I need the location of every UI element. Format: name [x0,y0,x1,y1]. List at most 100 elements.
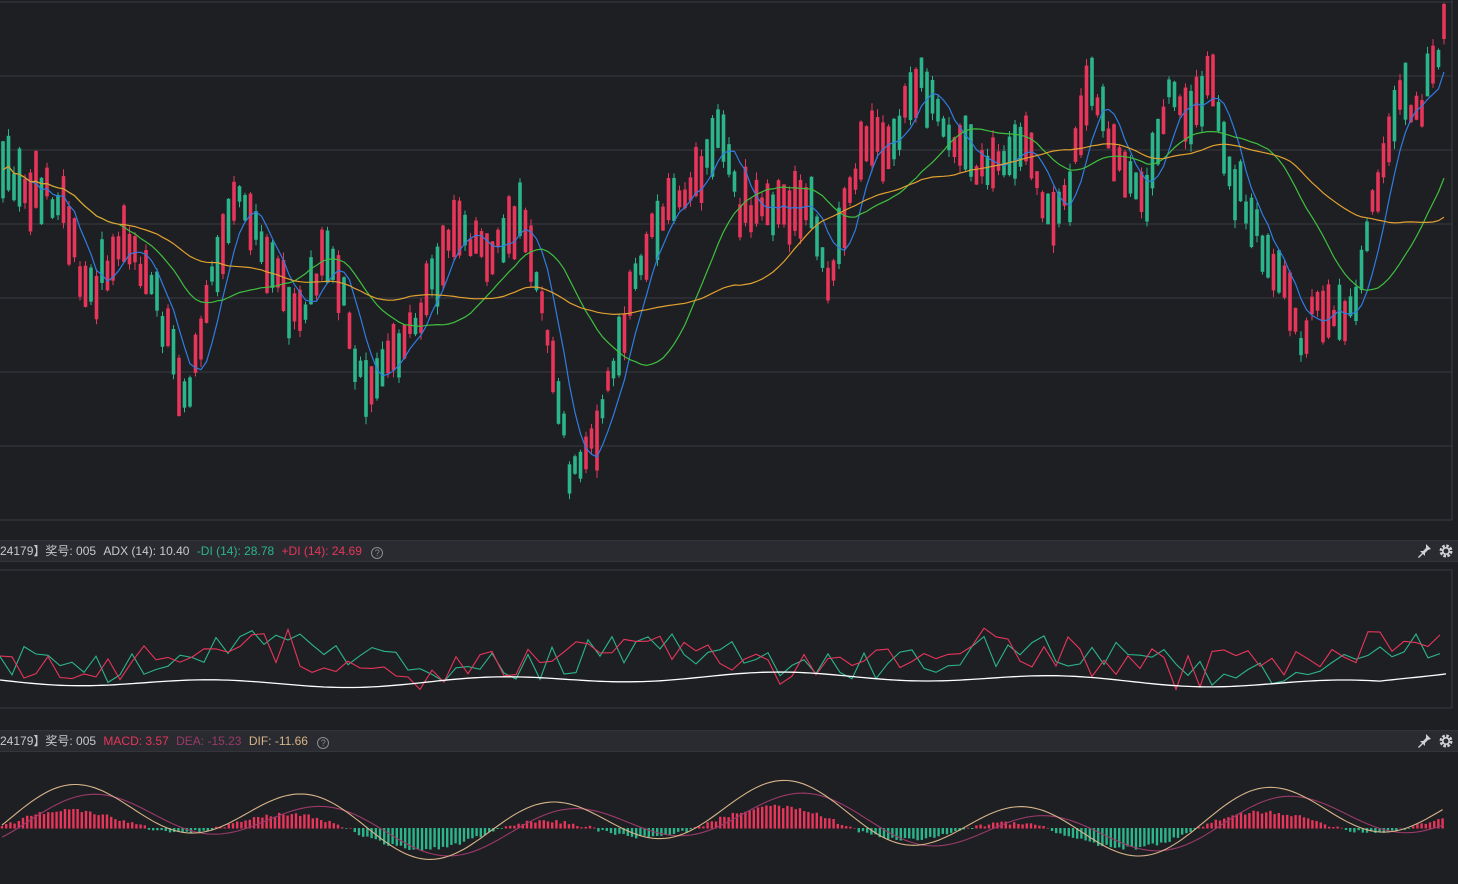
macd-hist-bar [290,814,293,829]
candle-body [78,266,82,297]
candle-body [1216,101,1221,131]
adx-chart[interactable] [0,562,1458,730]
candle-body [105,260,110,291]
candle-body [452,199,456,257]
macd-hist-bar [1168,828,1171,842]
macd-hist-bar [1420,823,1423,829]
candle-body [1359,249,1364,291]
macd-hist-bar [828,818,831,829]
macd-hist-bar [143,825,146,829]
macd-hist-bar [223,827,226,829]
adx-line [0,671,1447,689]
candle-body [325,230,330,283]
pin-icon[interactable] [1418,543,1432,559]
macd-hist-bar [1428,822,1432,829]
macd-hist-bar [1244,814,1247,829]
macd-hist-bar [660,828,663,836]
macd-hist-bar [1139,828,1142,848]
help-icon[interactable]: ? [317,737,330,749]
macd-code-label: 24179】奖号: 005 [0,734,97,748]
macd-hist-bar [315,817,319,829]
plus-di-label: +DI (14): 24.69 [281,544,362,558]
macd-hist-bar [1017,823,1020,829]
macd-hist-bar [929,828,932,837]
main-chart-panel[interactable] [0,0,1458,540]
macd-hist-bar [626,828,629,837]
candle-body [94,275,99,320]
macd-hist-bar [836,823,839,829]
macd-hist-bar [790,806,793,829]
macd-hist-bar [777,805,781,829]
macd-hist-bar [135,824,138,829]
macd-hist-bar [895,828,898,840]
candle-body [254,211,258,240]
candle-body [309,257,313,305]
macd-hist-bar [51,812,54,829]
candle-body [177,357,181,417]
candle-body [853,168,858,190]
candle-body [875,117,880,152]
macd-hist-bar [1050,828,1054,831]
gear-icon[interactable] [1438,543,1454,559]
adx-chart-panel[interactable] [0,562,1458,730]
candle-body [1260,235,1265,272]
candle-body [809,176,814,229]
macd-hist-bar [13,823,16,829]
macd-hist-bar [1046,827,1049,829]
candle-body [188,377,192,407]
candle-body [232,181,236,221]
macd-hist-bar [937,828,940,837]
macd-chart[interactable] [0,752,1458,879]
candle-body [287,287,291,339]
adx-value-label: ADX (14): 10.40 [103,544,190,558]
candle-body [1007,136,1012,176]
macd-hist-bar [496,828,499,829]
macd-chart-panel[interactable] [0,752,1458,879]
candle-body [1233,169,1237,221]
macd-hist-bar [1147,828,1150,845]
candle-body [864,126,869,162]
candle-body [133,236,137,263]
candle-body [127,233,132,265]
macd-hist-bar [1374,828,1377,833]
macd-hist-bar [887,828,890,840]
candle-body [936,98,940,122]
candle-body [793,170,797,231]
macd-hist-bar [807,811,810,829]
candle-body [50,199,55,218]
macd-hist-bar [1029,823,1033,829]
pin-icon[interactable] [1418,733,1432,749]
macd-hist-bar [425,828,428,850]
macd-hist-bar [534,822,537,829]
macd-hist-bar [433,828,436,848]
macd-hist-bar [93,814,96,829]
candle-body [1013,124,1017,179]
candle-body [1167,79,1171,98]
candle-body [1343,301,1347,342]
candle-body [122,205,126,262]
macd-hist-bar [710,821,713,829]
macd-hist-bar [1134,828,1138,850]
macd-hist-bar [1071,828,1075,838]
candle-body [804,187,808,221]
macd-hist-bar [1239,812,1243,829]
macd-hist-bar [55,811,58,829]
macd-hist-bar [97,815,100,829]
candle-body [457,200,462,256]
candle-body [1365,221,1369,252]
macd-hist-bar [1185,828,1188,834]
gear-icon[interactable] [1438,733,1454,749]
candlestick-chart[interactable] [0,0,1458,540]
macd-hist-bar [798,808,802,829]
candle-body [672,177,676,221]
candle-body [540,291,544,314]
candle-body [941,118,946,137]
macd-hist-bar [588,825,592,829]
macd-hist-bar [139,824,142,829]
macd-hist-bar [811,813,814,829]
candle-body [589,428,594,449]
candle-body [694,147,698,197]
help-icon[interactable]: ? [371,547,384,559]
macd-hist-bar [504,826,508,829]
macd-hist-bar [735,813,739,829]
